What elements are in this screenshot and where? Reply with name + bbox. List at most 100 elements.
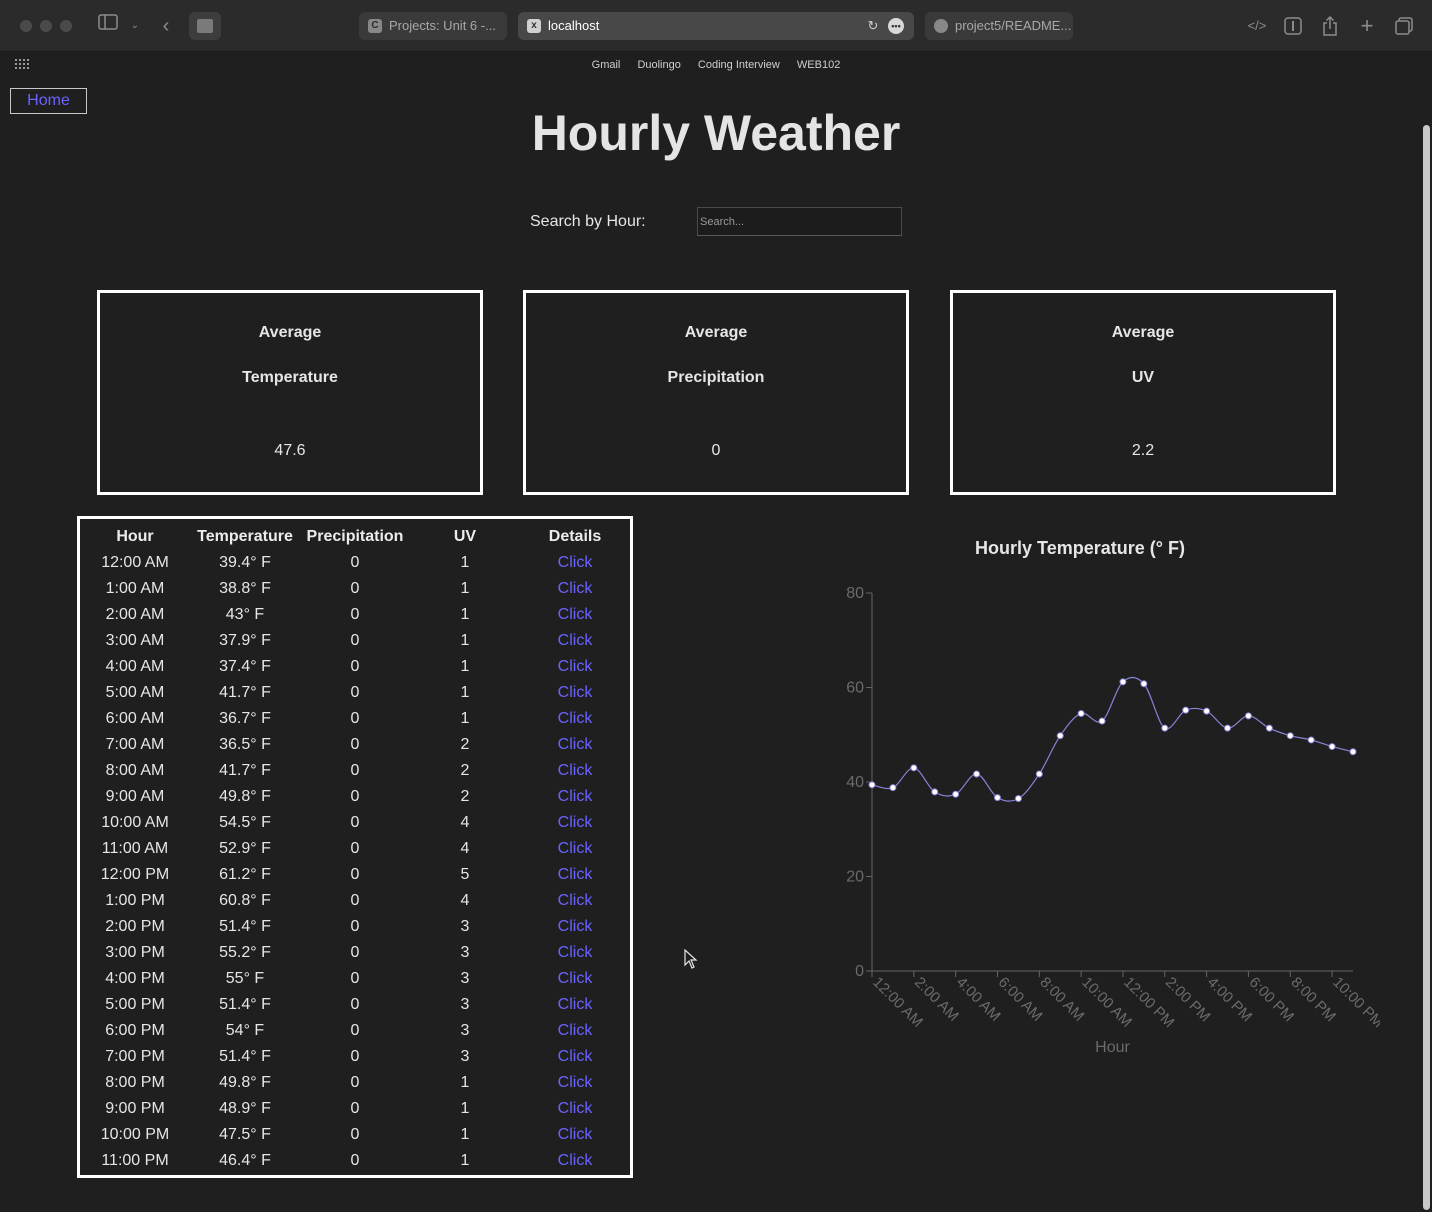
window-minimize-button[interactable] — [40, 20, 52, 32]
address-bar-text[interactable]: localhost — [548, 18, 599, 33]
data-point — [1286, 732, 1294, 740]
table-row: 3:00 AM 37.9° F 0 1 Click — [80, 628, 630, 654]
temperature-cell: 51.4° F — [219, 996, 271, 1013]
temperature-cell: 48.9° F — [219, 1100, 271, 1117]
details-link[interactable]: Click — [520, 862, 630, 888]
uv-cell: 1 — [460, 580, 470, 597]
details-link[interactable]: Click — [520, 940, 630, 966]
chevron-down-icon[interactable]: ⌄ — [128, 14, 142, 38]
tab-favicon-icon: x — [527, 19, 541, 33]
hour-cell: 2:00 AM — [105, 606, 165, 623]
details-link[interactable]: Click — [520, 680, 630, 706]
details-link[interactable]: Click — [520, 966, 630, 992]
uv-cell: 2 — [460, 736, 470, 753]
details-link[interactable]: Click — [520, 706, 630, 732]
details-link[interactable]: Click — [520, 628, 630, 654]
details-link[interactable]: Click — [520, 1018, 630, 1044]
details-link[interactable]: Click — [520, 992, 630, 1018]
extension-icon[interactable] — [189, 12, 221, 40]
code-icon[interactable]: </> — [1246, 14, 1268, 38]
hour-cell: 5:00 AM — [105, 684, 165, 701]
details-link[interactable]: Click — [520, 758, 630, 784]
details-link[interactable]: Click — [520, 784, 630, 810]
favorite-web102[interactable]: WEB102 — [797, 59, 840, 71]
window-close-button[interactable] — [20, 20, 32, 32]
hour-cell: 2:00 PM — [105, 918, 165, 935]
hour-cell: 7:00 PM — [105, 1048, 165, 1065]
hour-cell: 7:00 AM — [105, 736, 165, 753]
favorite-gmail[interactable]: Gmail — [592, 59, 621, 71]
table-row: 6:00 PM 54° F 0 3 Click — [80, 1018, 630, 1044]
new-tab-icon[interactable]: + — [1356, 14, 1378, 38]
details-link[interactable]: Click — [520, 1148, 630, 1174]
average-temperature-card: Average Temperature 47.6 — [97, 290, 483, 495]
average-uv-card: Average UV 2.2 — [950, 290, 1336, 495]
details-link[interactable]: Click — [520, 1096, 630, 1122]
details-link[interactable]: Click — [520, 836, 630, 862]
details-link[interactable]: Click — [520, 654, 630, 680]
uv-cell: 3 — [460, 1048, 470, 1065]
details-link[interactable]: Click — [520, 602, 630, 628]
tab-projects[interactable]: C Projects: Unit 6 -... — [359, 12, 507, 40]
temperature-cell: 41.7° F — [219, 684, 271, 701]
uv-cell: 3 — [460, 996, 470, 1013]
column-header-uv: UV — [453, 528, 477, 545]
table-row: 8:00 PM 49.8° F 0 1 Click — [80, 1070, 630, 1096]
details-link[interactable]: Click — [520, 914, 630, 940]
favorite-coding-interview[interactable]: Coding Interview — [698, 59, 780, 71]
data-point — [931, 788, 939, 796]
hour-cell: 6:00 PM — [105, 1022, 165, 1039]
data-point — [1244, 712, 1252, 720]
temperature-cell: 36.5° F — [219, 736, 271, 753]
favorite-duolingo[interactable]: Duolingo — [637, 59, 680, 71]
data-point — [1349, 748, 1357, 756]
details-link[interactable]: Click — [520, 732, 630, 758]
details-link[interactable]: Click — [520, 810, 630, 836]
sidebar-toggle-icon[interactable] — [96, 14, 120, 38]
reload-icon[interactable]: ↻ — [865, 18, 881, 34]
page-scrollbar[interactable] — [1423, 125, 1430, 1210]
temperature-cell: 47.5° F — [219, 1126, 271, 1143]
uv-cell: 4 — [460, 892, 470, 909]
tab-localhost[interactable]: x localhost ↻ ••• — [518, 12, 914, 40]
precipitation-cell: 0 — [350, 710, 360, 727]
uv-cell: 2 — [460, 788, 470, 805]
details-link[interactable]: Click — [520, 888, 630, 914]
uv-cell: 1 — [460, 554, 470, 571]
back-arrow-icon[interactable]: ‹ — [156, 14, 176, 38]
details-link[interactable]: Click — [520, 1044, 630, 1070]
table-row: 6:00 AM 36.7° F 0 1 Click — [80, 706, 630, 732]
uv-cell: 3 — [460, 970, 470, 987]
search-input[interactable] — [697, 207, 902, 236]
uv-cell: 1 — [460, 684, 470, 701]
y-tick-label: 60 — [846, 680, 864, 697]
more-options-icon[interactable]: ••• — [888, 18, 904, 34]
uv-cell: 4 — [460, 814, 470, 831]
reader-icon[interactable] — [1282, 14, 1304, 38]
tab-overview-icon[interactable] — [1393, 14, 1415, 38]
hour-cell: 5:00 PM — [105, 996, 165, 1013]
hour-cell: 9:00 AM — [105, 788, 165, 805]
data-point — [1265, 724, 1273, 732]
uv-cell: 1 — [460, 1126, 470, 1143]
window-zoom-button[interactable] — [60, 20, 72, 32]
data-point — [1077, 709, 1085, 717]
details-link[interactable]: Click — [520, 1122, 630, 1148]
uv-cell: 5 — [460, 866, 470, 883]
details-link[interactable]: Click — [520, 576, 630, 602]
column-header-precipitation: Precipitation — [306, 528, 404, 545]
data-point — [1203, 707, 1211, 715]
card-heading: Average — [684, 324, 748, 341]
precipitation-cell: 0 — [350, 788, 360, 805]
temperature-line-chart: 02040608012:00 AM2:00 AM4:00 AM6:00 AM8:… — [846, 585, 1380, 1056]
temperature-cell: 49.8° F — [219, 1074, 271, 1091]
share-icon[interactable] — [1319, 14, 1341, 38]
temperature-cell: 60.8° F — [219, 892, 271, 909]
details-link[interactable]: Click — [520, 1070, 630, 1096]
table-row: 8:00 AM 41.7° F 0 2 Click — [80, 758, 630, 784]
tab-favicon-icon: C — [368, 19, 382, 33]
temperature-cell: 36.7° F — [219, 710, 271, 727]
details-link[interactable]: Click — [520, 550, 630, 576]
table-row: 12:00 AM 39.4° F 0 1 Click — [80, 550, 630, 576]
tab-readme[interactable]: project5/README... — [925, 12, 1073, 40]
